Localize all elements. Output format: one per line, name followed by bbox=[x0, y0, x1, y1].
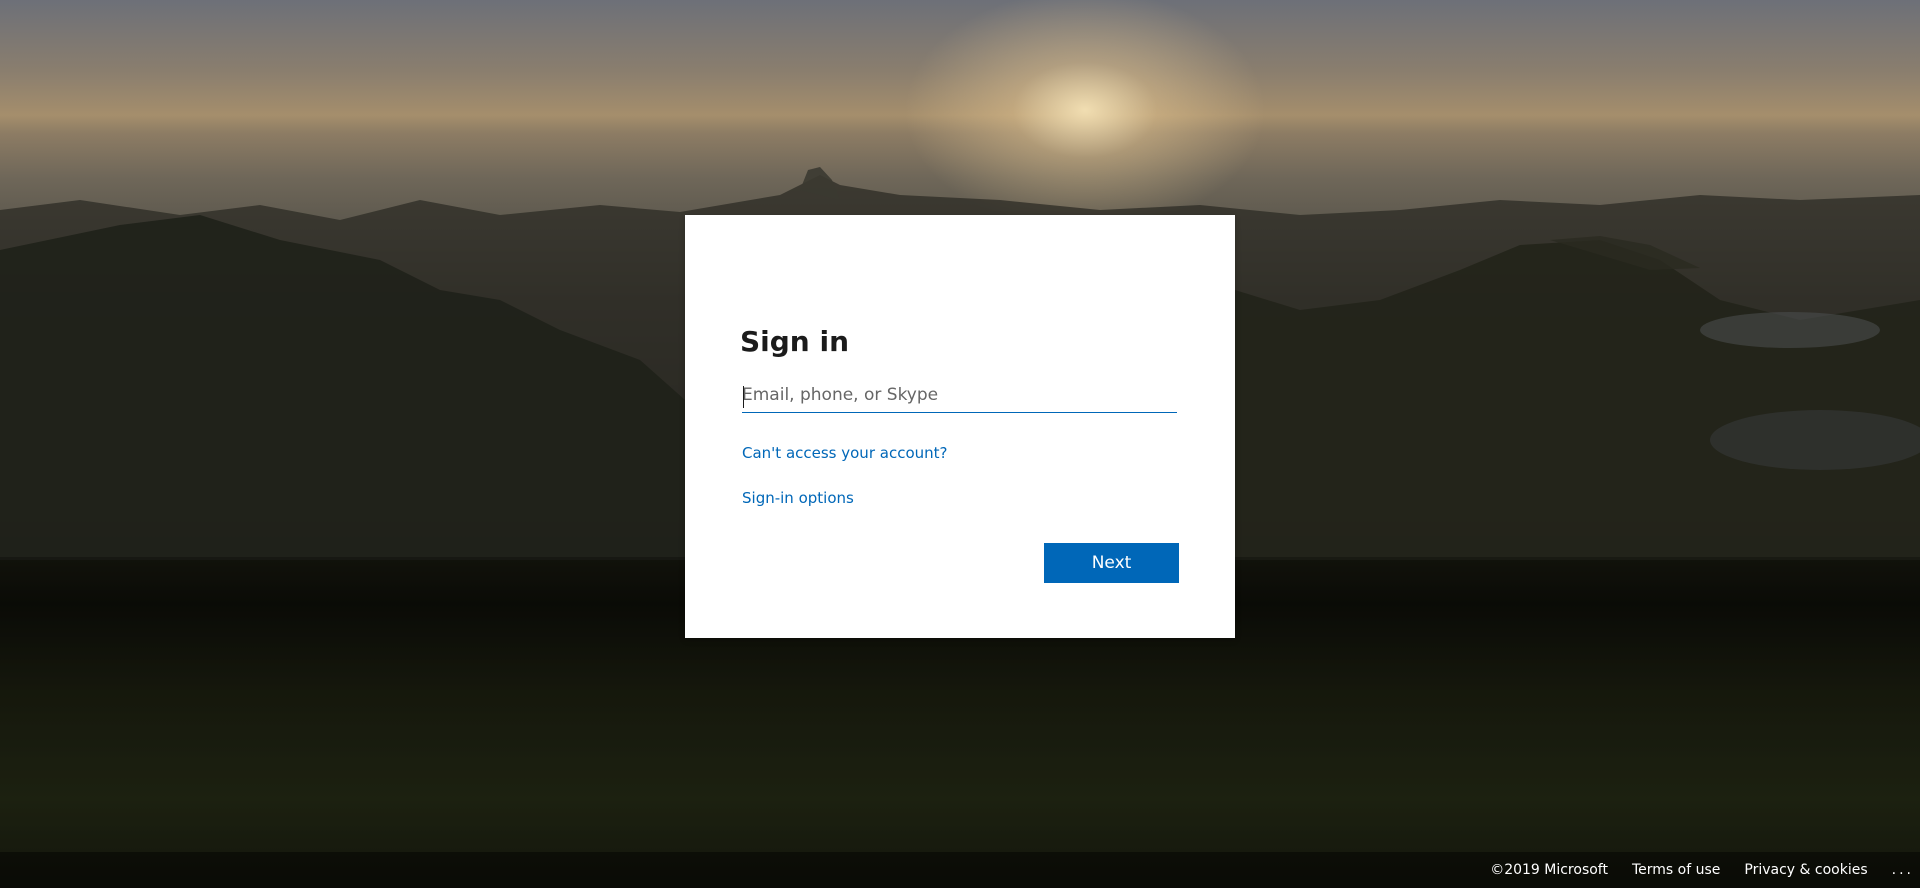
footer-bar: ©2019 Microsoft Terms of use Privacy & c… bbox=[0, 852, 1920, 888]
cant-access-account-link[interactable]: Can't access your account? bbox=[742, 444, 947, 462]
signin-card: Sign in Can't access your account? Sign-… bbox=[685, 215, 1235, 638]
signin-options-link[interactable]: Sign-in options bbox=[742, 489, 854, 507]
more-options-icon[interactable]: ... bbox=[1892, 862, 1914, 878]
text-caret bbox=[743, 386, 744, 408]
next-button[interactable]: Next bbox=[1044, 543, 1179, 583]
footer-privacy-link[interactable]: Privacy & cookies bbox=[1744, 862, 1867, 878]
footer-terms-link[interactable]: Terms of use bbox=[1632, 862, 1720, 878]
signin-title: Sign in bbox=[740, 325, 850, 358]
footer-copyright: ©2019 Microsoft bbox=[1490, 862, 1608, 878]
email-input[interactable] bbox=[742, 378, 1177, 413]
footer-links: ©2019 Microsoft Terms of use Privacy & c… bbox=[1490, 852, 1920, 888]
